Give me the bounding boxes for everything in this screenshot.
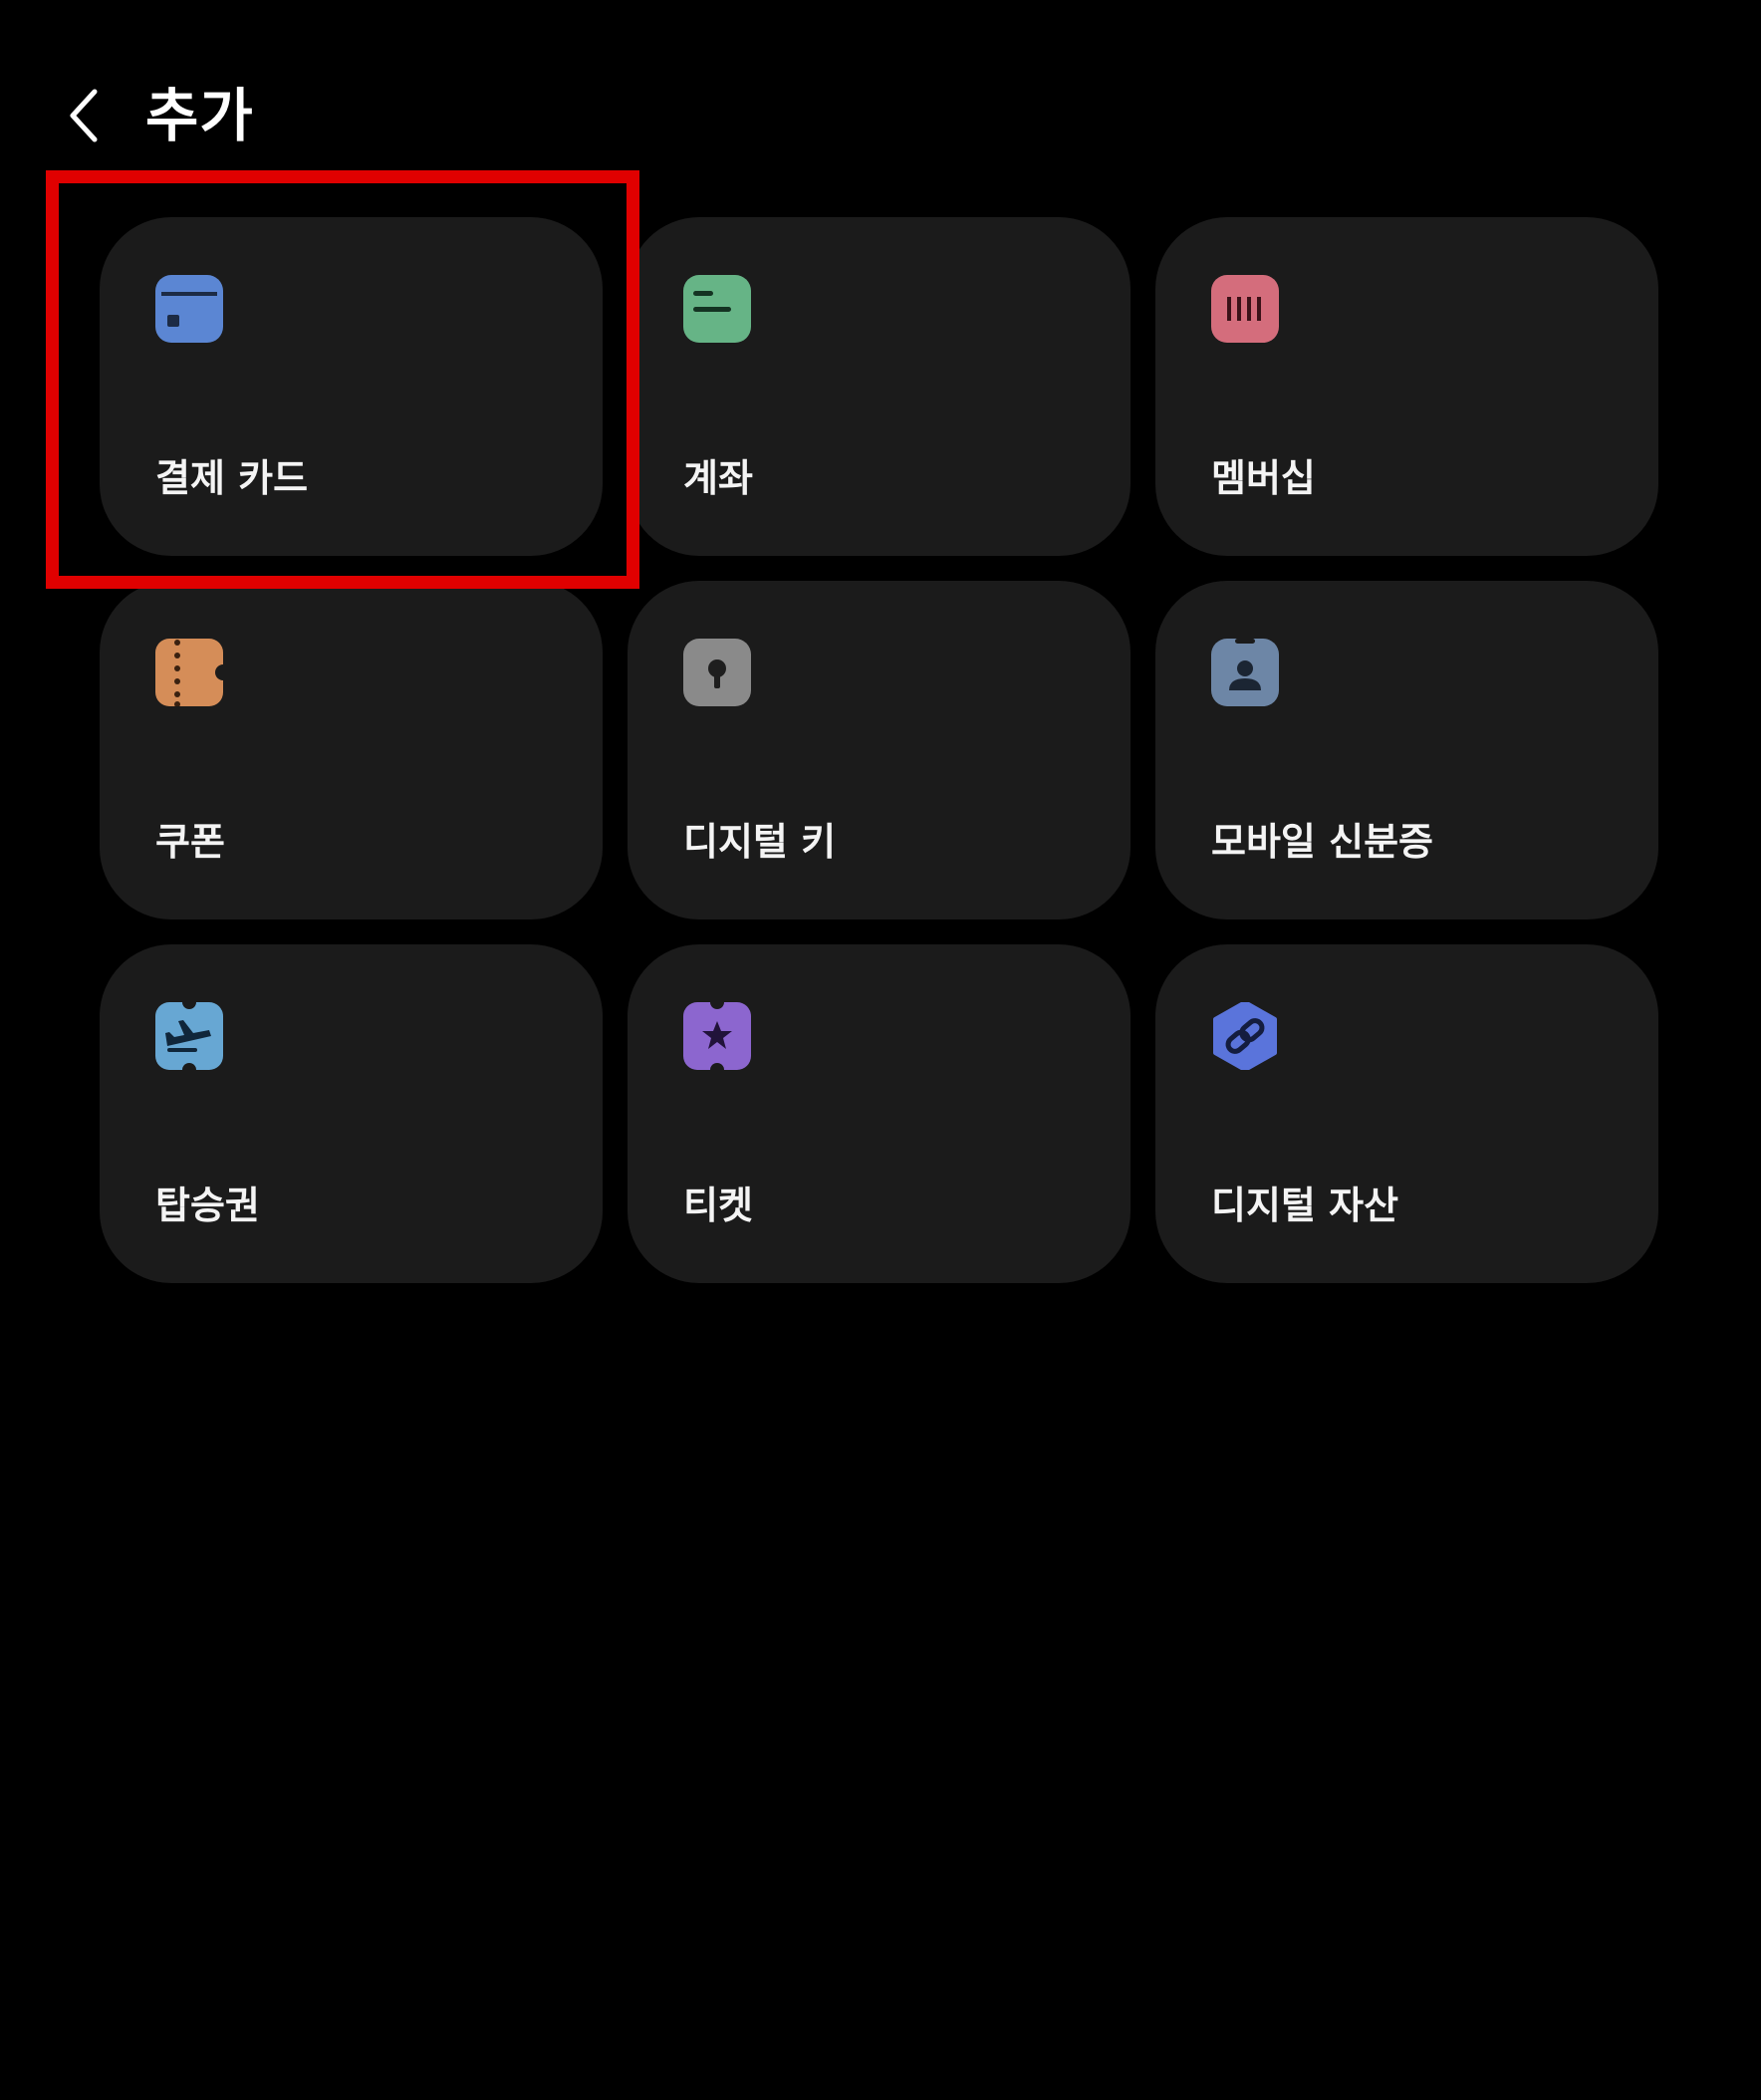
tile-label: 티켓 [683, 1183, 753, 1227]
tile-ticket[interactable]: 티켓 [628, 944, 1131, 1283]
tile-label: 디지털 자산 [1211, 1183, 1399, 1227]
header-bar: 추가 [0, 60, 1761, 169]
ticket-icon [683, 1002, 751, 1070]
tile-label: 결제 카드 [155, 456, 309, 500]
digital-asset-link-icon [1211, 1002, 1279, 1070]
tile-label: 멤버십 [1211, 456, 1316, 500]
membership-barcode-icon [1211, 275, 1279, 343]
tile-payment-card[interactable]: 결제 카드 [100, 217, 603, 556]
coupon-icon [155, 639, 223, 706]
chevron-left-icon [70, 89, 98, 142]
mobile-id-icon [1211, 639, 1279, 706]
tile-coupon[interactable]: 쿠폰 [100, 581, 603, 919]
tile-membership[interactable]: 멤버십 [1155, 217, 1658, 556]
page-title: 추가 [145, 82, 254, 149]
tile-boarding-pass[interactable]: 탑승권 [100, 944, 603, 1283]
tile-bank-account[interactable]: 계좌 [628, 217, 1131, 556]
tile-digital-key[interactable]: 디지털 키 [628, 581, 1131, 919]
credit-card-icon [155, 275, 223, 343]
tile-label: 모바일 신분증 [1211, 820, 1433, 864]
tile-label: 계좌 [683, 456, 753, 500]
back-button[interactable] [56, 80, 112, 151]
add-options-grid: 결제 카드 계좌 멤버십 쿠폰 디지털 키 모바일 신분증 탑승권 티켓 디지털… [100, 217, 1661, 1283]
tile-label: 탑승권 [155, 1183, 260, 1227]
tile-label: 쿠폰 [155, 820, 225, 864]
tile-label: 디지털 키 [683, 820, 837, 864]
boarding-pass-icon [155, 1002, 223, 1070]
tile-mobile-id[interactable]: 모바일 신분증 [1155, 581, 1658, 919]
digital-key-icon [683, 639, 751, 706]
tile-digital-asset[interactable]: 디지털 자산 [1155, 944, 1658, 1283]
bank-account-icon [683, 275, 751, 343]
